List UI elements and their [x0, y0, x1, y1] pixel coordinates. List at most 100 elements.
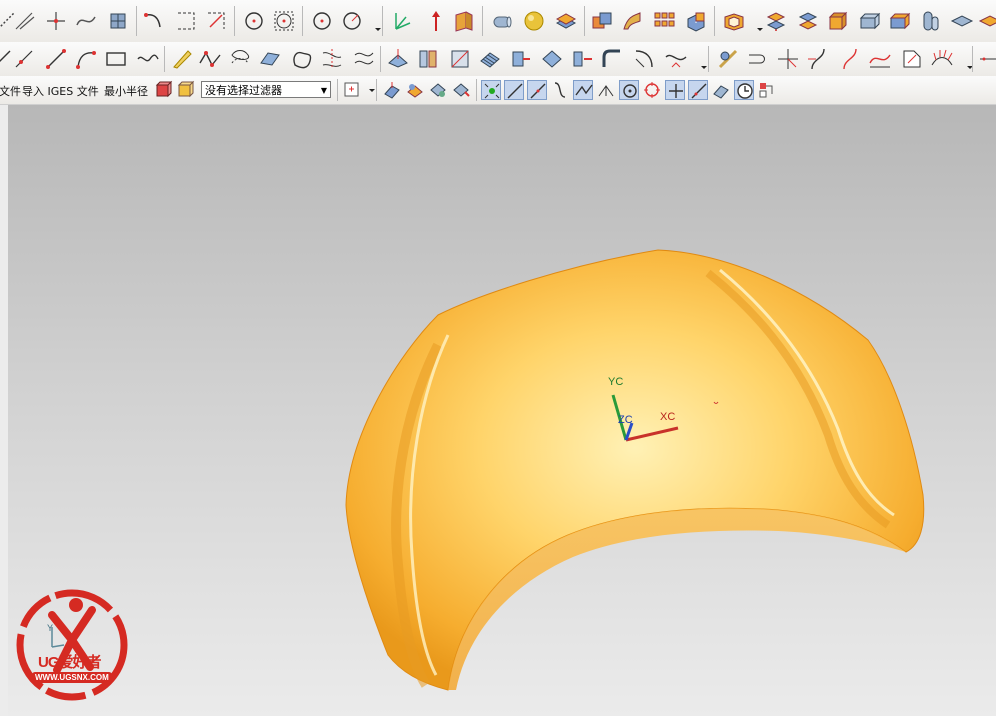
circle-icon[interactable]	[242, 9, 266, 33]
curve-s-icon[interactable]	[806, 47, 830, 71]
intersection-point-icon[interactable]	[776, 47, 800, 71]
curve-s-icon[interactable]	[838, 47, 862, 71]
graphics-viewport[interactable]: YC XC ZC Y UG爱好者 WWW.UGSNX.COM	[0, 105, 996, 716]
point-line-icon[interactable]	[12, 47, 36, 71]
toolbar-row-1	[0, 0, 996, 43]
select-feature-icon[interactable]	[428, 80, 448, 100]
pencil-icon[interactable]	[170, 47, 194, 71]
axis-label-yc: YC	[608, 376, 624, 388]
arc-three-points-icon[interactable]	[74, 47, 98, 71]
file-menu-label[interactable]: 文件	[0, 83, 21, 99]
snap-arc-center-icon[interactable]	[596, 80, 616, 100]
smooth-curve-icon[interactable]	[664, 47, 688, 71]
axis-label-zc: ZC	[618, 414, 633, 426]
move-face-icon[interactable]	[796, 9, 820, 33]
analysis-icon[interactable]	[716, 47, 740, 71]
snap-mid-point-icon[interactable]	[527, 80, 547, 100]
solid-blend-icon[interactable]	[888, 9, 912, 33]
spline-icon[interactable]	[74, 9, 98, 33]
sketch-curve-icon[interactable]	[900, 47, 924, 71]
reset-snap-icon[interactable]	[757, 80, 777, 100]
dropdown-arrow-icon[interactable]	[366, 14, 381, 38]
cube-red-icon[interactable]	[153, 80, 173, 100]
join-curve-icon[interactable]	[540, 47, 564, 71]
cylinder-icon[interactable]	[490, 9, 514, 33]
select-type-icon[interactable]	[342, 80, 362, 100]
curve-extract-icon[interactable]	[448, 47, 472, 71]
box-icon[interactable]	[858, 9, 882, 33]
snap-end-point-icon[interactable]	[504, 80, 524, 100]
fit-curve-icon[interactable]	[978, 47, 996, 71]
clock-icon[interactable]	[734, 80, 754, 100]
block-icon[interactable]	[684, 9, 708, 33]
curve-analysis-icon[interactable]	[746, 47, 770, 71]
box-icon[interactable]	[826, 9, 850, 33]
rectangle-icon[interactable]	[104, 47, 128, 71]
shell-icon[interactable]	[722, 9, 746, 33]
arc-icon[interactable]	[142, 9, 166, 33]
line-two-points-icon[interactable]	[44, 47, 68, 71]
datum-axis-icon[interactable]	[424, 9, 448, 33]
project-curve-icon[interactable]	[386, 47, 410, 71]
import-iges-button[interactable]: 导入 IGES 文件	[22, 83, 99, 99]
snap-quadrant-icon[interactable]	[642, 80, 662, 100]
corner-icon[interactable]	[174, 9, 198, 33]
chevron-down-icon: ▼	[320, 86, 327, 95]
snap-intersection-icon[interactable]	[573, 80, 593, 100]
toolbar-row-3: 文件 导入 IGES 文件 最小半径 没有选择过滤器 ▼	[0, 76, 996, 105]
polyline-icon[interactable]	[198, 47, 222, 71]
datum-plane-icon[interactable]	[452, 9, 476, 33]
line-tool-icon[interactable]	[12, 9, 36, 33]
extrude-icon[interactable]	[554, 9, 578, 33]
arc-corner-icon[interactable]	[204, 9, 228, 33]
grid-plane-icon[interactable]	[106, 9, 130, 33]
sheet-icon[interactable]	[978, 9, 996, 33]
comb-icon[interactable]	[930, 47, 954, 71]
helix-icon[interactable]	[228, 47, 252, 71]
fillet-curve-icon[interactable]	[600, 47, 624, 71]
logo-seal-icon	[16, 589, 128, 701]
circle-box-icon[interactable]	[272, 9, 296, 33]
select-body-icon[interactable]	[405, 80, 425, 100]
extend-curve-icon[interactable]	[570, 47, 594, 71]
sweep-icon[interactable]	[620, 9, 644, 33]
min-radius-button[interactable]: 最小半径	[104, 83, 148, 99]
blend-curve-icon[interactable]	[868, 47, 892, 71]
bounded-plane-icon[interactable]	[290, 47, 314, 71]
watermark-brand: UG爱好者	[38, 654, 102, 671]
dropdown-arrow-icon[interactable]	[362, 80, 375, 100]
circle-radius-icon[interactable]	[340, 9, 364, 33]
snap-point-on-curve-icon[interactable]	[688, 80, 708, 100]
offset-curve-icon[interactable]	[352, 47, 376, 71]
selection-filter-dropdown[interactable]: 没有选择过滤器 ▼	[201, 81, 331, 98]
snap-control-point-icon[interactable]	[550, 80, 570, 100]
select-face-icon[interactable]	[382, 80, 402, 100]
tube-icon[interactable]	[918, 9, 942, 33]
intersect-curve-icon[interactable]	[44, 9, 68, 33]
surface-blue-icon[interactable]	[258, 47, 282, 71]
offset-face-icon[interactable]	[764, 9, 788, 33]
divide-curve-icon[interactable]	[508, 47, 532, 71]
select-component-icon[interactable]	[451, 80, 471, 100]
datum-csys-icon[interactable]	[390, 9, 414, 33]
mirror-curve-icon[interactable]	[416, 47, 440, 71]
hood-model-canvas	[345, 249, 925, 691]
axis-label-xc: XC	[660, 411, 676, 423]
cube-yellow-icon[interactable]	[175, 80, 195, 100]
boolean-icon[interactable]	[590, 9, 614, 33]
watermark-url: WWW.UGSNX.COM	[32, 672, 112, 683]
pattern-icon[interactable]	[652, 9, 676, 33]
sphere-icon[interactable]	[522, 9, 546, 33]
trim-curve-icon[interactable]	[632, 47, 656, 71]
snap-circle-center-icon[interactable]	[619, 80, 639, 100]
snap-point-on-surface-icon[interactable]	[711, 80, 731, 100]
mesh-surface-icon[interactable]	[478, 47, 502, 71]
curve-on-surface-icon[interactable]	[320, 47, 344, 71]
dropdown-arrow-icon[interactable]	[748, 14, 763, 38]
sheet-icon[interactable]	[950, 9, 974, 33]
snap-existing-point-icon[interactable]	[665, 80, 685, 100]
circle-center-icon[interactable]	[310, 9, 334, 33]
snap-point-icon[interactable]	[481, 80, 501, 100]
wave-curve-icon[interactable]	[136, 47, 160, 71]
toolbar-row-2	[0, 42, 996, 77]
